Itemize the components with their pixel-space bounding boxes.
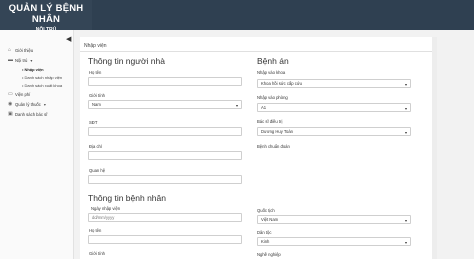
room-value: A1 bbox=[261, 105, 267, 110]
relative-gender-select[interactable]: Nam ▾ bbox=[88, 100, 242, 109]
chevron-down-icon: ▾ bbox=[43, 101, 46, 107]
relative-phone-input[interactable] bbox=[88, 127, 242, 136]
dept-value: Khoa hồi sức cấp cứu bbox=[261, 81, 302, 86]
patient-name-input[interactable] bbox=[88, 235, 242, 244]
bed-icon: ▬ bbox=[8, 57, 13, 63]
ethnicity-select[interactable]: Kinh ▾ bbox=[257, 237, 411, 246]
sidebar-subitem-discharge-list[interactable]: • Danh sách xuất khoa bbox=[0, 81, 74, 89]
select-caret-icon: ▾ bbox=[404, 106, 407, 111]
nationality-label: Quốc tịch bbox=[257, 208, 275, 213]
top-header: QUẢN LÝ BỆNH NHÂN NỘI TRÚ bbox=[0, 0, 474, 33]
job-label: Nghề nghiệp bbox=[257, 252, 281, 257]
sidebar-subitem-admission-list[interactable]: • Danh sách nhập viện bbox=[0, 73, 74, 81]
dept-select[interactable]: Khoa hồi sức cấp cứu ▾ bbox=[257, 79, 411, 88]
admission-date-label: Ngày nhập viện bbox=[91, 206, 121, 211]
select-caret-icon: ▾ bbox=[404, 130, 407, 135]
page-title: Nhập viện bbox=[84, 43, 107, 49]
patient-name-label: Họ tên bbox=[89, 228, 102, 233]
record-section-title: Bệnh án bbox=[257, 56, 289, 66]
relative-relation-input[interactable] bbox=[88, 175, 242, 184]
sidebar-item-label: Viện phí bbox=[15, 91, 31, 97]
patient-gender-label: Giới tính bbox=[89, 251, 106, 256]
divider bbox=[80, 51, 432, 52]
sidebar-item-doctors[interactable]: ▣ Danh sách bác sĩ bbox=[0, 109, 74, 119]
home-icon: ⌂ bbox=[8, 47, 12, 53]
select-caret-icon: ▾ bbox=[235, 103, 238, 108]
select-caret-icon: ▾ bbox=[404, 82, 407, 87]
sidebar-item-fees[interactable]: ▭ Viện phí bbox=[0, 89, 74, 99]
sidebar-item-label: Giới thiệu bbox=[15, 47, 34, 53]
nationality-value: Việt Nam bbox=[261, 217, 279, 222]
relative-address-input[interactable] bbox=[88, 151, 242, 160]
relative-relation-label: Quan hệ bbox=[89, 168, 106, 173]
sidebar-item-medicine[interactable]: ◉ Quản lý thuốc ▾ bbox=[0, 99, 74, 109]
doctor-select[interactable]: Dương Huy Toàn ▾ bbox=[257, 127, 411, 136]
sidebar-item-label: Quản lý thuốc bbox=[15, 101, 41, 107]
diagnosis-label: Bệnh chuẩn đoán bbox=[257, 144, 290, 149]
room-label: Nhập vào phòng bbox=[257, 95, 288, 100]
sidebar-item-label: Nội trú bbox=[15, 57, 28, 63]
sidebar-nav: ⌂ Giới thiệu ▬ Nội trú ▾ • Nhập viện • D… bbox=[0, 45, 74, 119]
select-caret-icon: ▾ bbox=[404, 240, 407, 245]
main-content: Nhập viện Thông tin người nhà Họ tên Giớ… bbox=[80, 37, 432, 259]
patient-section-title: Thông tin bệnh nhân bbox=[88, 193, 166, 203]
doctor-label: Bác sĩ điều trị bbox=[257, 119, 283, 124]
brand: QUẢN LÝ BỆNH NHÂN NỘI TRÚ bbox=[0, 0, 92, 33]
dept-label: Nhập vào khoa bbox=[257, 70, 286, 75]
pill-icon: ◉ bbox=[8, 101, 13, 107]
sidebar-subitem-admission[interactable]: • Nhập viện bbox=[0, 65, 74, 73]
sidebar-item-label: Danh sách bác sĩ bbox=[15, 111, 48, 117]
relative-phone-label: SĐT bbox=[89, 120, 98, 125]
admission-date-input[interactable]: dd/mm/yyyy bbox=[88, 213, 242, 222]
relative-gender-value: Nam bbox=[92, 102, 101, 107]
relative-name-label: Họ tên bbox=[89, 70, 102, 75]
chevron-down-icon: ▾ bbox=[30, 57, 33, 63]
relative-gender-label: Giới tính bbox=[89, 93, 106, 98]
nationality-select[interactable]: Việt Nam ▾ bbox=[257, 215, 411, 224]
collapse-sidebar-icon[interactable]: ◀ bbox=[66, 35, 71, 43]
relative-section-title: Thông tin người nhà bbox=[88, 56, 165, 66]
scrollbar[interactable] bbox=[432, 37, 437, 259]
ethnicity-value: Kinh bbox=[261, 239, 270, 244]
money-icon: ▭ bbox=[8, 91, 13, 97]
doctor-icon: ▣ bbox=[8, 111, 13, 117]
ethnicity-label: Dân tộc bbox=[257, 230, 272, 235]
sidebar: ◀ ⌂ Giới thiệu ▬ Nội trú ▾ • Nhập viện •… bbox=[0, 30, 74, 259]
relative-name-input[interactable] bbox=[88, 77, 242, 86]
room-select[interactable]: A1 ▾ bbox=[257, 103, 411, 112]
select-caret-icon: ▾ bbox=[404, 218, 407, 223]
relative-address-label: Địa chỉ bbox=[89, 144, 102, 149]
doctor-value: Dương Huy Toàn bbox=[261, 129, 294, 134]
sidebar-item-intro[interactable]: ⌂ Giới thiệu bbox=[0, 45, 74, 55]
app-title: QUẢN LÝ BỆNH NHÂN bbox=[8, 3, 84, 25]
sidebar-item-inpatient[interactable]: ▬ Nội trú ▾ bbox=[0, 55, 74, 65]
admission-date-placeholder: dd/mm/yyyy bbox=[92, 215, 115, 220]
